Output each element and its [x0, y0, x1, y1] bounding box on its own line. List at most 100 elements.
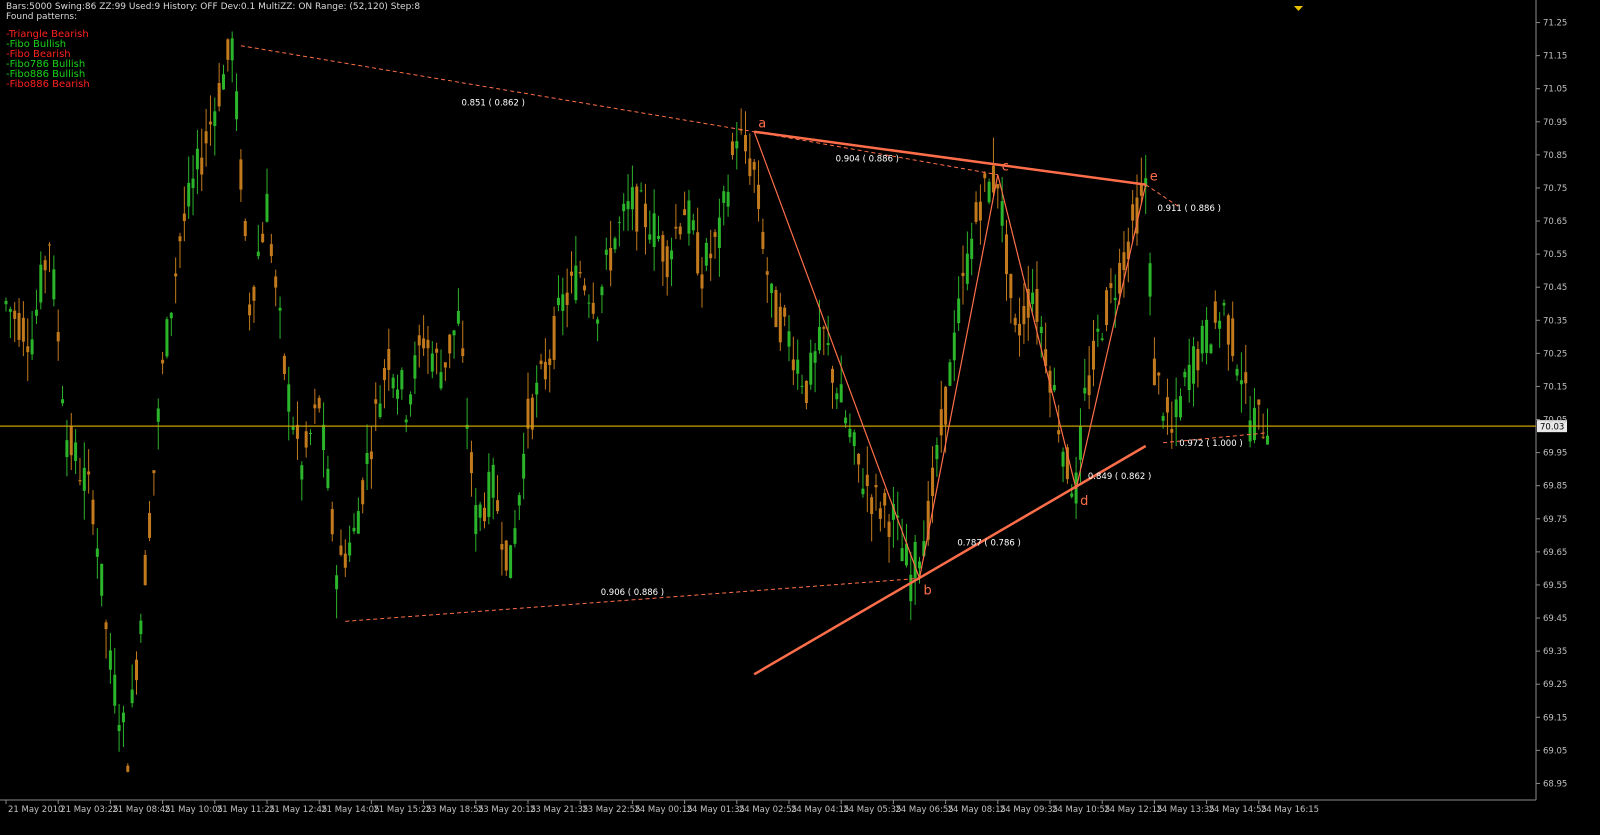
- y-tick-label: 70.95: [1543, 118, 1567, 128]
- candle-body: [717, 217, 721, 248]
- pivot-label: a: [758, 117, 766, 132]
- candle-body: [317, 397, 321, 409]
- x-tick-label: 24 May 01:35: [687, 805, 745, 815]
- candle-body: [635, 186, 639, 232]
- candle-body: [343, 553, 347, 568]
- candle-body: [944, 386, 948, 425]
- candle-body: [491, 464, 495, 498]
- candle-body: [483, 507, 486, 522]
- candle-body: [1213, 301, 1217, 323]
- candle-body: [443, 362, 447, 368]
- candle-body: [387, 348, 391, 370]
- y-tick-label: 70.25: [1543, 349, 1567, 359]
- candle-body: [604, 249, 608, 255]
- y-tick-label: 69.65: [1543, 548, 1567, 558]
- candle-body: [678, 226, 682, 235]
- candle-body: [778, 306, 782, 343]
- candle-body: [43, 260, 47, 271]
- candle-body: [78, 480, 82, 482]
- candle-body: [282, 355, 286, 374]
- x-tick-label: 23 May 20:15: [478, 805, 536, 815]
- x-tick-label: 21 May 2010: [8, 805, 63, 815]
- candle-body: [148, 513, 152, 538]
- candle-body: [591, 302, 595, 314]
- candle-body: [974, 202, 978, 222]
- candle-body: [217, 83, 221, 107]
- candle-body: [208, 121, 212, 125]
- candle-body: [783, 307, 787, 317]
- candle-body: [500, 544, 504, 550]
- candle-body: [400, 370, 404, 390]
- x-tick-label: 24 May 08:15: [948, 805, 1006, 815]
- candle-body: [1192, 346, 1196, 384]
- candle-body: [661, 235, 665, 262]
- pivot-label: b: [924, 583, 932, 598]
- candle-body: [326, 468, 330, 489]
- candle-body: [722, 191, 726, 203]
- fibo-dashed-line: [345, 577, 920, 622]
- x-tick-label: 24 May 16:15: [1261, 805, 1319, 815]
- candle-body: [1109, 283, 1113, 288]
- candle-body: [987, 181, 991, 203]
- y-tick-label: 69.55: [1543, 581, 1567, 591]
- candle-body: [348, 542, 352, 556]
- candle-body: [548, 358, 552, 365]
- candle-body: [587, 302, 591, 304]
- candle-body: [274, 276, 278, 288]
- x-tick-label: 21 May 12:45: [269, 805, 327, 815]
- candle-body: [204, 131, 208, 144]
- candle-body: [757, 184, 761, 209]
- candle-body: [413, 355, 417, 379]
- candle-body: [165, 319, 169, 357]
- candle-body: [104, 622, 108, 630]
- candle-body: [1266, 435, 1269, 445]
- candle-body: [17, 312, 21, 340]
- candle-body: [269, 244, 273, 257]
- candle-body: [939, 409, 943, 436]
- candle-body: [800, 385, 804, 387]
- candle-body: [839, 384, 843, 403]
- candle-body: [1052, 385, 1056, 391]
- candle-body: [30, 339, 34, 355]
- candle-body: [1248, 420, 1252, 442]
- candle-body: [583, 285, 587, 291]
- candle-body: [313, 404, 317, 409]
- candle-body: [126, 765, 130, 772]
- candle-body: [578, 272, 582, 274]
- candle-body: [931, 467, 935, 496]
- candle-body: [983, 173, 987, 179]
- candle-body: [1131, 204, 1135, 221]
- candle-body: [278, 307, 282, 311]
- candle-body: [1170, 428, 1174, 433]
- candle-body: [1235, 368, 1239, 376]
- price-chart: 70.03abcde0.851 ( 0.862 )0.904 ( 0.886 )…: [0, 0, 1567, 815]
- candle-body: [1209, 344, 1213, 354]
- candle-body: [87, 471, 91, 475]
- candle-body: [139, 620, 143, 635]
- y-tick-label: 69.35: [1543, 647, 1567, 657]
- candle-body: [56, 332, 60, 342]
- candle-body: [1152, 358, 1156, 386]
- wave-path: [753, 131, 1147, 581]
- candle-body: [256, 251, 260, 257]
- candle-body: [1031, 292, 1035, 305]
- candle-body: [130, 689, 134, 704]
- candle-body: [1161, 415, 1165, 421]
- candle-body: [439, 372, 443, 389]
- chart-shift-marker: [1294, 6, 1303, 11]
- candle-body: [622, 203, 626, 212]
- y-tick-label: 71.15: [1543, 52, 1567, 62]
- candle-body: [1252, 407, 1256, 441]
- candle-body: [770, 283, 774, 293]
- candle-body: [339, 545, 343, 555]
- candle-body: [1096, 328, 1100, 332]
- candle-body: [108, 650, 112, 670]
- candle-body: [1113, 297, 1117, 301]
- x-tick-label: 24 May 00:15: [634, 805, 692, 815]
- candle-body: [1018, 323, 1022, 336]
- candle-body: [309, 432, 312, 434]
- candle-body: [687, 200, 691, 234]
- fibo-dashed-line: [754, 131, 998, 176]
- candle-body: [417, 335, 421, 346]
- y-tick-label: 69.85: [1543, 482, 1567, 492]
